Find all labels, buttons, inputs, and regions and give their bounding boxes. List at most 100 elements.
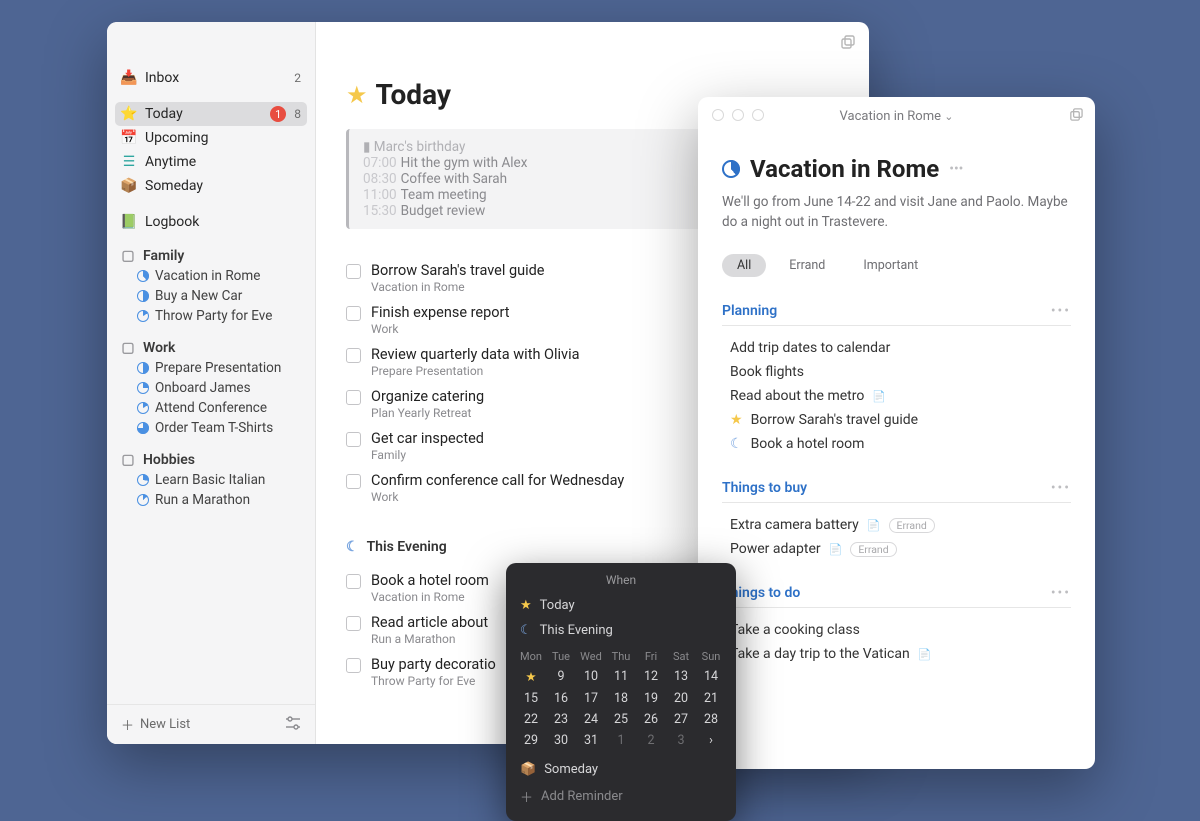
sidebar-project[interactable]: Throw Party for Eve xyxy=(107,306,315,326)
task-title: Extra camera battery xyxy=(730,517,859,533)
task-row[interactable]: Book flights xyxy=(722,360,1071,384)
today-badge-red: 1 xyxy=(270,106,286,122)
when-today[interactable]: ★ Today xyxy=(506,593,736,618)
calendar-day[interactable]: 11 xyxy=(606,666,636,688)
calendar-day[interactable]: 14 xyxy=(696,666,726,688)
calendar-day[interactable]: 19 xyxy=(636,688,666,709)
sidebar-area[interactable]: ▢Hobbies xyxy=(107,450,315,470)
sidebar-project[interactable]: Prepare Presentation xyxy=(107,358,315,378)
settings-icon[interactable] xyxy=(285,716,301,734)
progress-pie-icon xyxy=(137,402,149,414)
note-icon: 📄 xyxy=(918,648,932,661)
project-notes[interactable]: We'll go from June 14-22 and visit Jane … xyxy=(722,193,1071,232)
task-title: Organize catering xyxy=(371,388,484,405)
task-checkbox[interactable] xyxy=(346,348,361,363)
task-checkbox[interactable] xyxy=(346,658,361,673)
more-icon[interactable]: ••• xyxy=(1051,303,1071,319)
when-someday[interactable]: 📦 Someday xyxy=(506,757,736,782)
sidebar-project[interactable]: Learn Basic Italian xyxy=(107,470,315,490)
task-row[interactable]: ★Borrow Sarah's travel guide xyxy=(722,408,1071,432)
moon-icon: ☾ xyxy=(730,436,743,452)
when-this-evening[interactable]: ☾ This Evening xyxy=(506,618,736,643)
calendar-day[interactable]: 24 xyxy=(576,709,606,730)
task-row[interactable]: Read about the metro 📄 xyxy=(722,384,1071,408)
sidebar-today[interactable]: ⭐ Today 1 8 xyxy=(115,102,307,126)
task-project: Vacation in Rome xyxy=(371,280,545,294)
sidebar-project[interactable]: Buy a New Car xyxy=(107,286,315,306)
calendar-day[interactable]: 27 xyxy=(666,709,696,730)
calendar-today-star[interactable]: ★ xyxy=(516,666,546,688)
calendar-day[interactable]: 18 xyxy=(606,688,636,709)
sidebar-project[interactable]: Onboard James xyxy=(107,378,315,398)
task-checkbox[interactable] xyxy=(346,264,361,279)
filter-errand[interactable]: Errand xyxy=(774,254,840,277)
section-heading[interactable]: Things to buy••• xyxy=(722,480,1071,503)
task-project: Work xyxy=(371,490,624,504)
sidebar-anytime[interactable]: ☰ Anytime xyxy=(107,150,315,174)
calendar-day[interactable]: 28 xyxy=(696,709,726,730)
task-row[interactable]: Take a day trip to the Vatican 📄 xyxy=(722,642,1071,666)
window-title[interactable]: Vacation in Rome ⌄ xyxy=(840,109,954,124)
task-checkbox[interactable] xyxy=(346,616,361,631)
add-reminder[interactable]: ＋ Add Reminder xyxy=(506,782,736,811)
sidebar-area[interactable]: ▢Work xyxy=(107,338,315,358)
task-row[interactable]: Take a cooking class xyxy=(722,618,1071,642)
project-section: Things to do••• Take a cooking classTake … xyxy=(722,585,1071,666)
task-checkbox[interactable] xyxy=(346,390,361,405)
calendar-day[interactable]: 13 xyxy=(666,666,696,688)
progress-pie-icon xyxy=(137,474,149,486)
share-icon[interactable] xyxy=(1068,107,1083,126)
calendar-day[interactable]: 22 xyxy=(516,709,546,730)
calendar-day[interactable]: 12 xyxy=(636,666,666,688)
calendar-day[interactable]: 10 xyxy=(576,666,606,688)
calendar-next-icon[interactable]: › xyxy=(696,730,726,751)
calendar-day[interactable]: 9 xyxy=(546,666,576,688)
sidebar-project[interactable]: Order Team T-Shirts xyxy=(107,418,315,438)
calendar-day[interactable]: 31 xyxy=(576,730,606,751)
task-checkbox[interactable] xyxy=(346,306,361,321)
calendar-day[interactable]: 21 xyxy=(696,688,726,709)
filter-all[interactable]: All xyxy=(722,254,766,277)
date-picker-popover: When ★ Today ☾ This Evening MonTueWedThu… xyxy=(506,563,736,821)
filter-important[interactable]: Important xyxy=(848,254,933,277)
task-row[interactable]: Power adapter 📄 Errand xyxy=(722,537,1071,561)
calendar-day[interactable]: 20 xyxy=(666,688,696,709)
more-icon[interactable]: ••• xyxy=(1051,480,1071,496)
calendar-day[interactable]: 25 xyxy=(606,709,636,730)
calendar-day[interactable]: 3 xyxy=(666,730,696,751)
task-row[interactable]: Extra camera battery 📄 Errand xyxy=(722,513,1071,537)
calendar-day[interactable]: 1 xyxy=(606,730,636,751)
calendar-day[interactable]: 15 xyxy=(516,688,546,709)
sidebar-logbook[interactable]: 📗 Logbook xyxy=(107,210,315,234)
sidebar-project[interactable]: Run a Marathon xyxy=(107,490,315,510)
calendar-grid: ★910111213141516171819202122232425262728… xyxy=(516,666,726,751)
calendar-day[interactable]: 23 xyxy=(546,709,576,730)
star-icon: ⭐ xyxy=(121,106,137,122)
sidebar-project[interactable]: Vacation in Rome xyxy=(107,266,315,286)
calendar-day[interactable]: 2 xyxy=(636,730,666,751)
sidebar-inbox[interactable]: 📥 Inbox 2 xyxy=(107,66,315,90)
sidebar-project[interactable]: Attend Conference xyxy=(107,398,315,418)
calendar-day[interactable]: 17 xyxy=(576,688,606,709)
task-project: Run a Marathon xyxy=(371,632,488,646)
calendar-day[interactable]: 16 xyxy=(546,688,576,709)
calendar-day[interactable]: 26 xyxy=(636,709,666,730)
calendar-day[interactable]: 29 xyxy=(516,730,546,751)
sidebar-area[interactable]: ▢Family xyxy=(107,246,315,266)
task-checkbox[interactable] xyxy=(346,574,361,589)
section-heading[interactable]: Planning••• xyxy=(722,303,1071,326)
task-row[interactable]: ☾Book a hotel room xyxy=(722,432,1071,456)
task-project: Throw Party for Eve xyxy=(371,674,496,688)
task-row[interactable]: Add trip dates to calendar xyxy=(722,336,1071,360)
task-checkbox[interactable] xyxy=(346,432,361,447)
more-icon[interactable]: ••• xyxy=(1051,585,1071,601)
sidebar-upcoming[interactable]: 📅 Upcoming xyxy=(107,126,315,150)
new-list-button[interactable]: ＋ New List xyxy=(121,715,190,734)
sidebar-someday[interactable]: 📦 Someday xyxy=(107,174,315,198)
more-icon[interactable]: ••• xyxy=(949,161,963,177)
task-checkbox[interactable] xyxy=(346,474,361,489)
tag[interactable]: Errand xyxy=(889,518,935,533)
tag[interactable]: Errand xyxy=(850,542,896,557)
section-heading[interactable]: Things to do••• xyxy=(722,585,1071,608)
calendar-day[interactable]: 30 xyxy=(546,730,576,751)
